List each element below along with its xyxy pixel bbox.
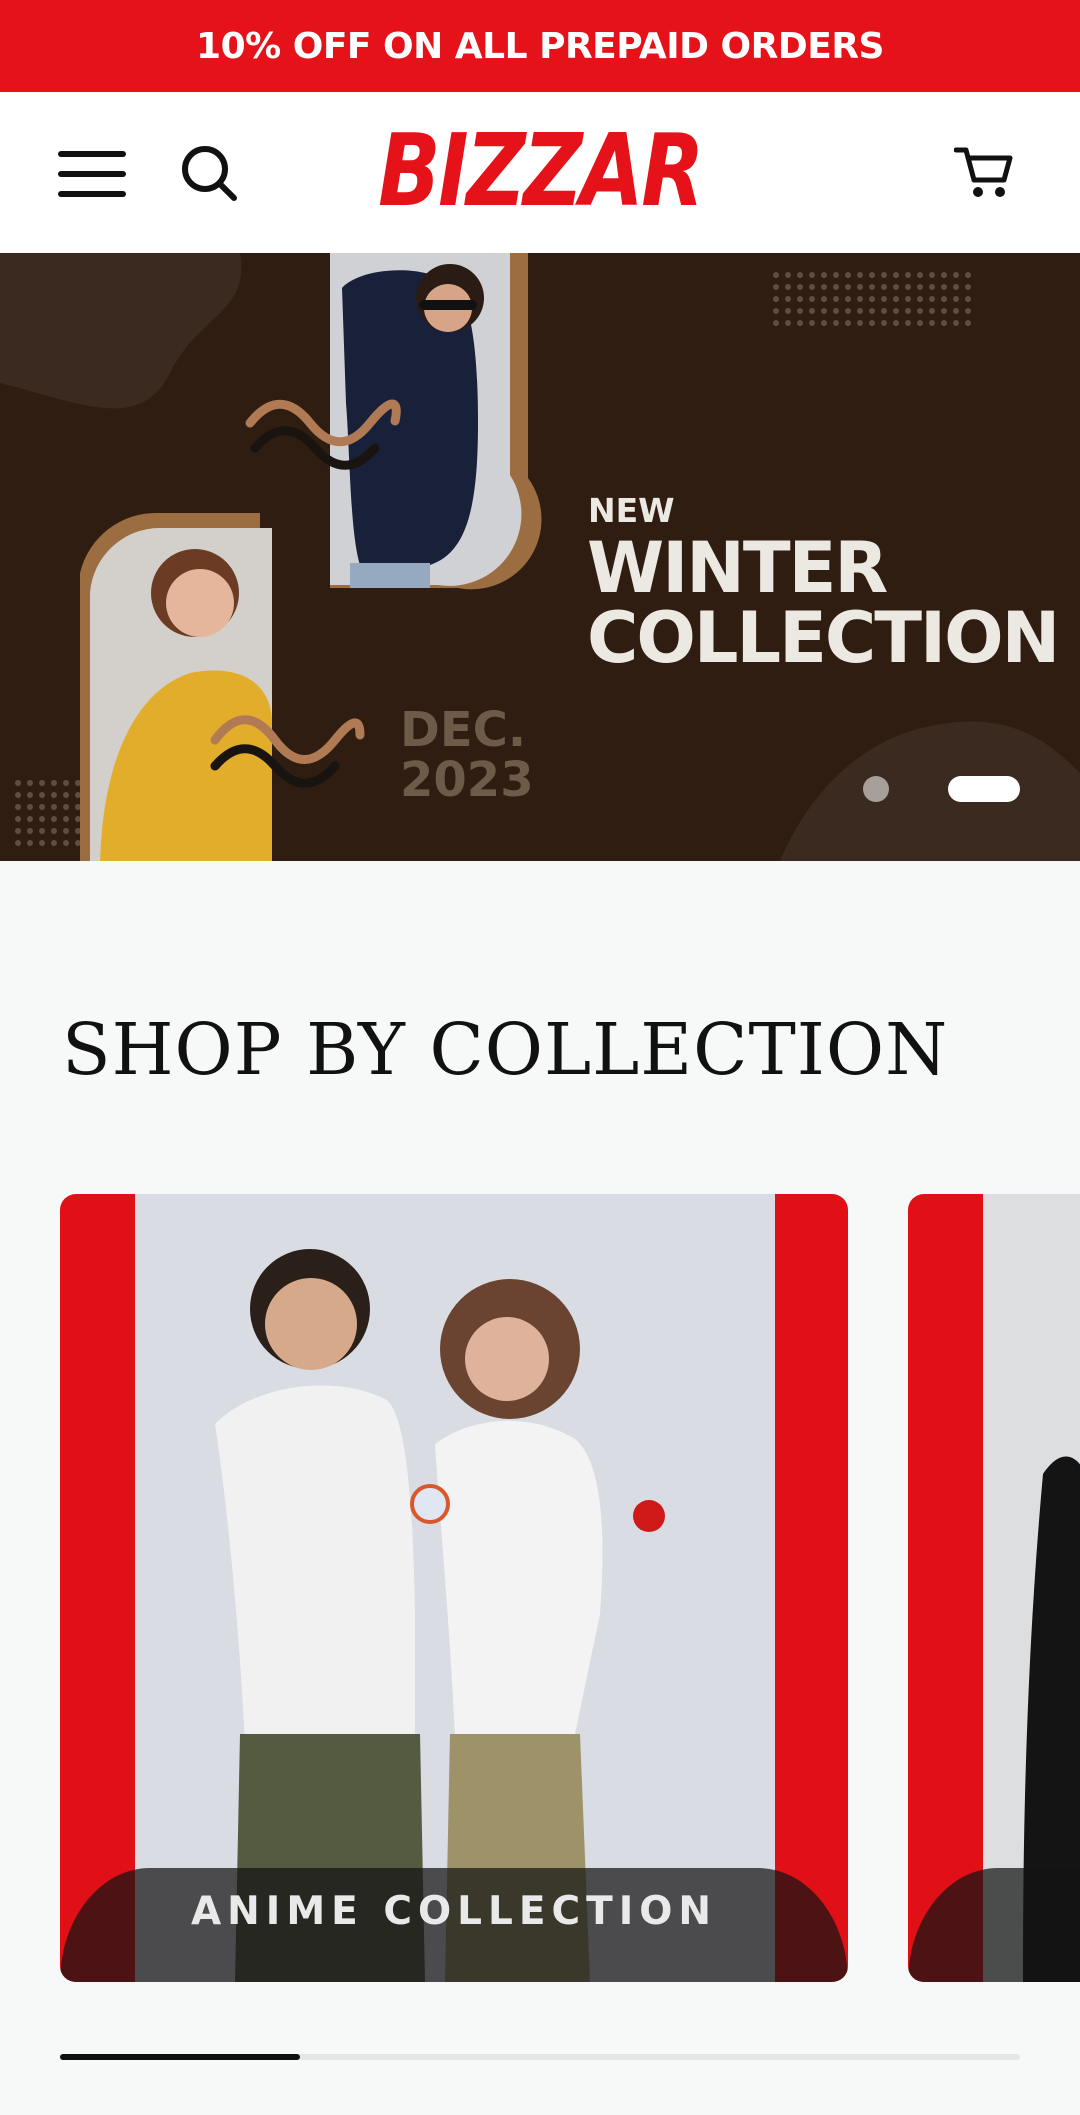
- site-header: BIZZAR: [0, 92, 1080, 253]
- collection-carousel[interactable]: ANIME COLLECTION: [0, 1194, 1080, 1982]
- promo-banner: 10% OFF ON ALL PREPAID ORDERS: [0, 0, 1080, 92]
- hero-new-label: NEW: [588, 491, 675, 530]
- shopping-cart-icon[interactable]: [954, 144, 1014, 202]
- collection-card-label-next: [908, 1868, 1080, 1982]
- slider-dot-1[interactable]: [863, 776, 889, 802]
- promo-text: 10% OFF ON ALL PREPAID ORDERS: [196, 25, 884, 67]
- slider-dot-2-active[interactable]: [948, 776, 1020, 802]
- anime-collection-photo: [135, 1194, 775, 1982]
- collection-photo-next: [983, 1194, 1080, 1982]
- section-title: SHOP BY COLLECTION: [62, 1008, 949, 1091]
- hamburger-menu-icon[interactable]: [58, 151, 126, 197]
- search-icon[interactable]: [180, 144, 238, 202]
- hero-date: DEC. 2023: [400, 702, 534, 808]
- hero-title: WINTER COLLECTION: [587, 527, 1060, 679]
- collection-card-label: ANIME COLLECTION: [60, 1868, 848, 1982]
- brand-logo[interactable]: BIZZAR: [378, 112, 704, 229]
- collection-card-anime[interactable]: ANIME COLLECTION: [60, 1194, 848, 1982]
- carousel-progress-fill: [60, 2054, 300, 2060]
- carousel-progress-track[interactable]: [60, 2054, 1020, 2060]
- hero-slider[interactable]: NEW WINTER COLLECTION DEC. 2023: [0, 253, 1080, 861]
- collection-card-next[interactable]: [908, 1194, 1080, 1982]
